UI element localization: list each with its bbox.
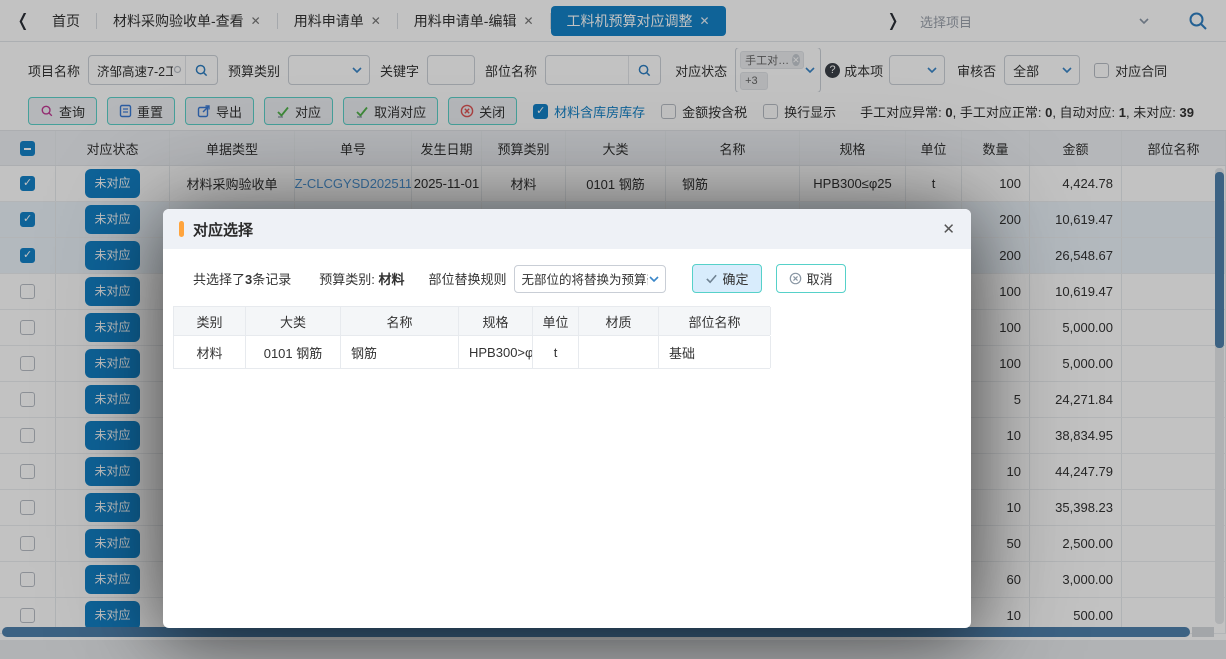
dialog-cell: 钢筋 xyxy=(341,336,459,368)
dialog-cell-text: HPB300>φ xyxy=(469,345,533,360)
dialog-budget-label: 预算类别: xyxy=(319,272,375,287)
dialog-header-label: 部位名称 xyxy=(688,312,740,331)
summary-prefix: 共选择了 xyxy=(193,272,245,287)
dialog-header-cell: 规格 xyxy=(459,307,533,335)
dialog-budget-type: 预算类别: 材料 xyxy=(319,269,404,288)
dialog-cell: 基础 xyxy=(659,336,771,368)
dialog-table-row[interactable]: 材料 0101 钢筋 钢筋 HPB300>φ t 基础 xyxy=(174,336,770,369)
summary-suffix: 条记录 xyxy=(252,272,291,287)
dialog-cell-text: 基础 xyxy=(669,343,695,362)
dialog-cell: HPB300>φ xyxy=(459,336,533,368)
match-selection-dialog: 对应选择 ✕ 共选择了3条记录 预算类别: 材料 部位替换规则 无部位的将替换为… xyxy=(163,209,971,628)
dialog-header-label: 规格 xyxy=(482,312,508,331)
dialog-table-header-row: 类别 大类 名称 规格 单位 材质 部位名称 xyxy=(174,306,770,336)
chevron-down-icon xyxy=(648,273,660,285)
dialog-header-cell: 大类 xyxy=(246,307,341,335)
confirm-button-label: 确定 xyxy=(723,269,749,288)
replace-rule-select[interactable]: 无部位的将替换为预算部 xyxy=(514,265,666,293)
dialog-cell: 0101 钢筋 xyxy=(246,336,341,368)
dialog-header-cell: 类别 xyxy=(174,307,246,335)
dialog-cell-text: 材料 xyxy=(196,343,222,362)
dialog-header-label: 材质 xyxy=(605,312,631,331)
dialog-header-label: 名称 xyxy=(386,312,412,331)
dialog-header-label: 大类 xyxy=(280,312,306,331)
replace-rule-value: 无部位的将替换为预算部 xyxy=(522,269,648,288)
dialog-cell-text: 0101 钢筋 xyxy=(264,343,323,362)
dialog-toolbar: 共选择了3条记录 预算类别: 材料 部位替换规则 无部位的将替换为预算部 确定 xyxy=(193,264,971,293)
dialog-close-icon[interactable]: ✕ xyxy=(942,220,955,238)
dialog-title: 对应选择 xyxy=(193,219,253,240)
cancel-button-label: 取消 xyxy=(807,269,833,288)
confirm-button[interactable]: 确定 xyxy=(692,264,762,293)
app-root: ❬ 首页材料采购验收单-查看✕用料申请单✕用料申请单-编辑✕工料机预算对应调整✕… xyxy=(0,0,1226,659)
close-circle-icon xyxy=(789,272,802,285)
dialog-cell xyxy=(579,336,659,368)
dialog-header-cell: 部位名称 xyxy=(659,307,771,335)
dialog-header-cell: 名称 xyxy=(341,307,459,335)
selection-summary: 共选择了3条记录 xyxy=(193,269,291,288)
replace-rule-label: 部位替换规则 xyxy=(429,269,507,288)
dialog-header: 对应选择 ✕ xyxy=(163,209,971,249)
cancel-button[interactable]: 取消 xyxy=(776,264,846,293)
dialog-header-label: 单位 xyxy=(542,312,568,331)
dialog-table: 类别 大类 名称 规格 单位 材质 部位名称材料 0101 钢筋 钢筋 HPB300>φ t 基础 xyxy=(173,306,770,369)
dialog-cell: 材料 xyxy=(174,336,246,368)
dialog-cell-text: 钢筋 xyxy=(351,343,377,362)
dialog-header-cell: 单位 xyxy=(533,307,579,335)
dialog-header-label: 类别 xyxy=(196,312,222,331)
check-icon xyxy=(705,272,718,285)
accent-bar xyxy=(179,221,184,237)
dialog-budget-value: 材料 xyxy=(379,272,405,287)
dialog-header-cell: 材质 xyxy=(579,307,659,335)
dialog-cell: t xyxy=(533,336,579,368)
dialog-cell-text: t xyxy=(554,345,558,360)
